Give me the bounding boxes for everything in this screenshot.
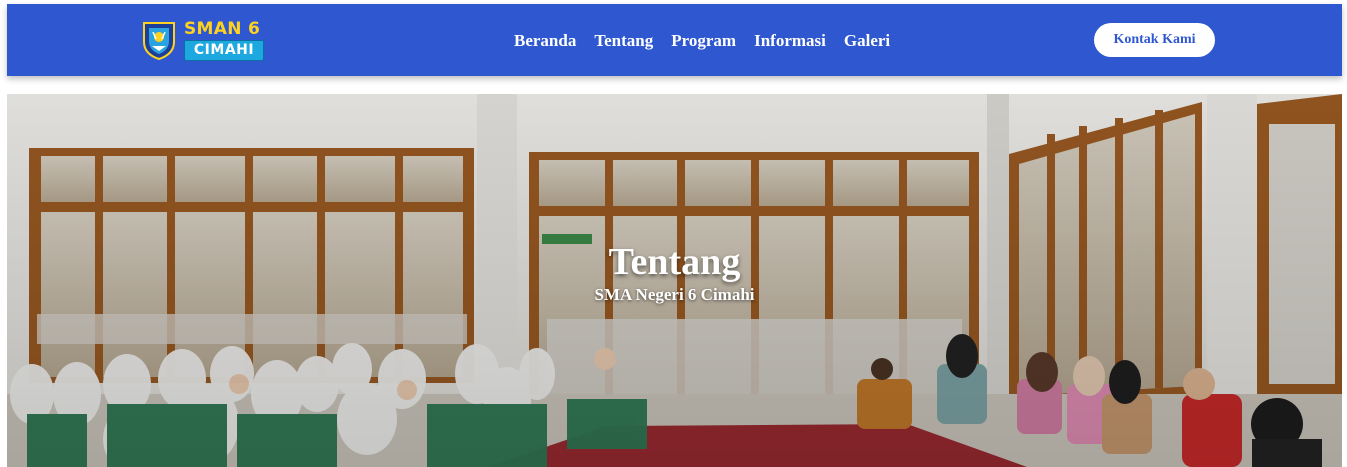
logo-text-school: SMAN 6 — [184, 19, 261, 39]
nav-program[interactable]: Program — [671, 30, 736, 52]
nav-beranda[interactable]: Beranda — [514, 30, 576, 52]
nav-informasi[interactable]: Informasi — [754, 30, 826, 52]
hero-subtitle: SMA Negeri 6 Cimahi — [594, 285, 755, 304]
logo-text-city: CIMAHI — [184, 40, 264, 61]
school-emblem-icon — [143, 22, 175, 60]
nav-tentang[interactable]: Tentang — [594, 30, 653, 52]
main-nav: Beranda Tentang Program Informasi Galeri — [514, 30, 890, 52]
hero-title: Tentang — [608, 241, 741, 283]
school-logo[interactable]: SMAN 6 CIMAHI — [140, 19, 264, 61]
navbar: SMAN 6 CIMAHI Beranda Tentang Program In… — [7, 4, 1342, 76]
contact-button[interactable]: Kontak Kami — [1094, 23, 1215, 57]
nav-galeri[interactable]: Galeri — [844, 30, 890, 52]
hero-banner: Tentang SMA Negeri 6 Cimahi — [7, 94, 1342, 467]
